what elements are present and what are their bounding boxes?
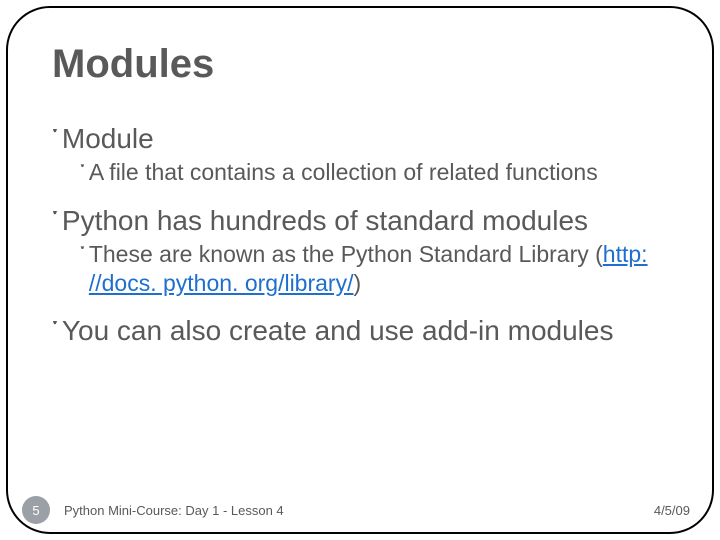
bullet-icon: ་ [80, 158, 85, 187]
bullet-text: Module [62, 121, 668, 156]
bullet-addin-modules: ་ You can also create and use add-in mod… [52, 313, 668, 348]
slide-date: 4/5/09 [654, 503, 698, 518]
bullet-text: You can also create and use add-in modul… [62, 313, 668, 348]
stdlib-text-pre: These are known as the Python Standard L… [89, 241, 603, 267]
bullet-text: Python has hundreds of standard modules [62, 203, 668, 238]
page-number-badge: 5 [22, 496, 50, 524]
stdlib-text-post: ) [353, 270, 361, 296]
bullet-standard-modules: ་ Python has hundreds of standard module… [52, 203, 668, 238]
bullet-icon: ་ [80, 240, 85, 298]
course-label: Python Mini-Course: Day 1 - Lesson 4 [64, 503, 654, 518]
bullet-icon: ་ [52, 121, 58, 156]
bullet-icon: ་ [52, 203, 58, 238]
slide-title: Modules [52, 42, 668, 87]
subbullet-definition: ་ A file that contains a collection of r… [80, 158, 668, 187]
slide-frame: Modules ་ Module ་ A file that contains … [6, 6, 714, 534]
bullet-icon: ་ [52, 313, 58, 348]
bullet-text: A file that contains a collection of rel… [89, 158, 668, 187]
subbullet-stdlib: ་ These are known as the Python Standard… [80, 240, 668, 298]
bullet-module: ་ Module [52, 121, 668, 156]
bullet-text: These are known as the Python Standard L… [89, 240, 668, 298]
slide-footer: 5 Python Mini-Course: Day 1 - Lesson 4 4… [0, 496, 720, 524]
